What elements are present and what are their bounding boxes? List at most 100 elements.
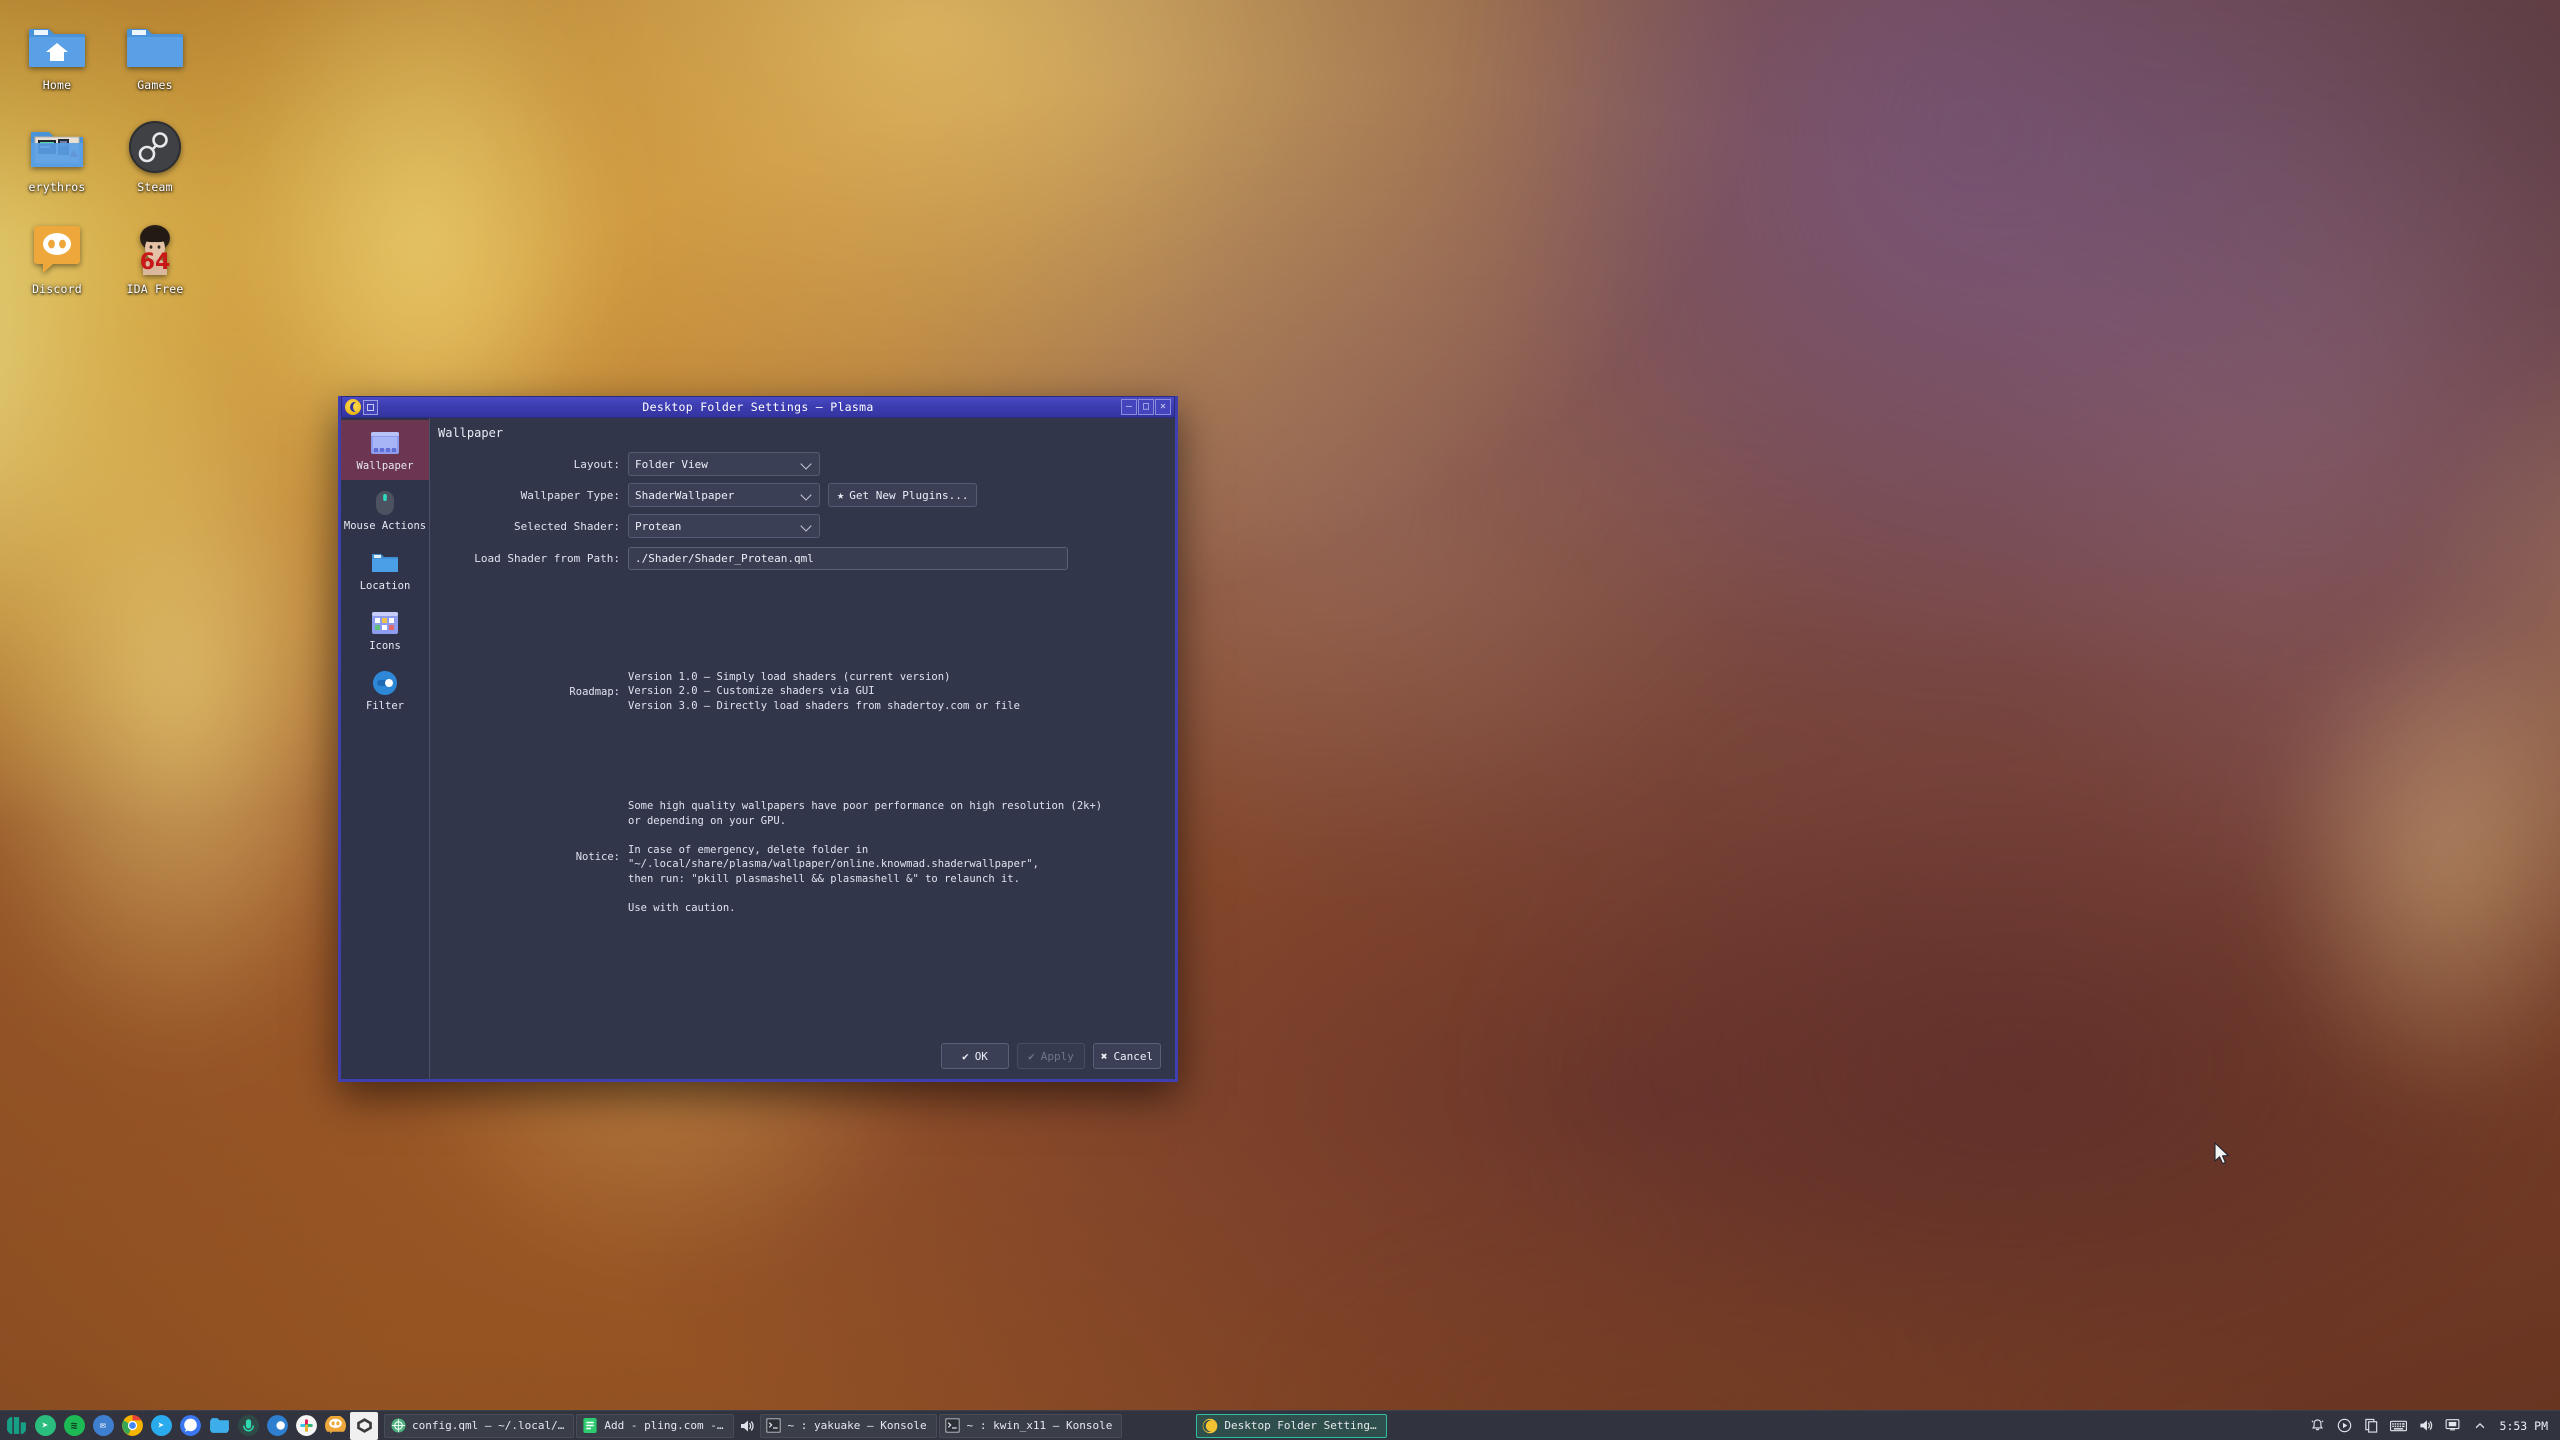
volume-icon[interactable]: [736, 1418, 758, 1434]
launcher-microphone[interactable]: [234, 1412, 262, 1440]
task-yakuake-konsole[interactable]: ~ : yakuake — Konsole: [759, 1413, 937, 1438]
desktop-icon-label: Games: [137, 78, 173, 92]
mouse-icon: [370, 489, 400, 517]
roadmap-block: Roadmap: Version 1.0 — Simply load shade…: [430, 670, 1175, 713]
launcher-dolphin[interactable]: [205, 1412, 233, 1440]
wallpaper-icon: [370, 429, 400, 457]
sidebar-item-wallpaper[interactable]: Wallpaper: [341, 420, 429, 480]
launcher-spotify[interactable]: ≋: [60, 1412, 88, 1440]
sidebar-item-icons[interactable]: Icons: [341, 600, 429, 660]
task-label: Add - pling.com -…: [604, 1419, 724, 1432]
launcher-unity[interactable]: [350, 1411, 378, 1440]
clipboard-icon[interactable]: [2363, 1417, 2381, 1435]
task-label: ~ : kwin_x11 — Konsole: [966, 1419, 1113, 1432]
task-kwin-konsole[interactable]: ~ : kwin_x11 — Konsole: [938, 1413, 1123, 1438]
launcher-telegram-alt[interactable]: ➤: [31, 1412, 59, 1440]
desktop-icon-games[interactable]: Games: [106, 8, 204, 108]
minimize-icon[interactable]: –: [1121, 399, 1137, 415]
desktop-icon-discord[interactable]: Discord: [8, 212, 106, 312]
roadmap-label: Roadmap:: [569, 685, 620, 698]
task-add-pling[interactable]: Add - pling.com -…: [576, 1413, 734, 1438]
taskbar[interactable]: ➤ ≋ ✉ ➤ config.qml — ~/.local/… Add - pl…: [0, 1410, 2560, 1440]
wallpaper-type-select[interactable]: ShaderWallpaper: [628, 483, 820, 507]
keyboard-icon[interactable]: [2390, 1417, 2408, 1435]
launcher-telegram[interactable]: ➤: [147, 1412, 175, 1440]
editor-icon: [582, 1418, 598, 1434]
selected-shader-value: Protean: [635, 519, 682, 533]
plasma-icon[interactable]: [345, 399, 361, 415]
desktop-icon-label: Home: [42, 78, 72, 92]
launcher-chrome[interactable]: [118, 1412, 146, 1440]
task-desktop-folder-settings[interactable]: Desktop Folder Setting…: [1196, 1413, 1387, 1438]
folder-pictures-icon: [28, 118, 86, 176]
sidebar-item-label: Wallpaper: [356, 459, 414, 472]
ok-button[interactable]: ✔ OK: [941, 1043, 1009, 1069]
desktop-icon-label: Discord: [32, 282, 82, 296]
discord-icon: [324, 1416, 346, 1434]
sidebar-item-filter[interactable]: Filter: [341, 660, 429, 720]
wallpaper-type-label: Wallpaper Type:: [520, 488, 620, 502]
desktop-icon-erythros[interactable]: erythros: [8, 110, 106, 210]
desktop-icon-home[interactable]: Home: [8, 8, 106, 108]
taskbar-launchers: ➤ ≋ ✉ ➤: [0, 1411, 378, 1440]
sidebar-item-mouse-actions[interactable]: Mouse Actions: [341, 480, 429, 540]
shader-path-row: Load Shader from Path: ./Shader/Shader_P…: [430, 547, 1175, 570]
desktop[interactable]: Home Games erythros Steam Discord 64 IDA…: [0, 0, 2560, 1440]
display-icon[interactable]: [2444, 1417, 2462, 1435]
check-icon: ✔: [962, 1049, 969, 1063]
media-play-icon[interactable]: [2336, 1417, 2354, 1435]
launcher-slack[interactable]: [292, 1412, 320, 1440]
get-new-plugins-label: Get New Plugins...: [849, 488, 969, 502]
desktop-icon-steam[interactable]: Steam: [106, 110, 204, 210]
discord-icon: [28, 220, 86, 278]
maximize-icon[interactable]: □: [1138, 399, 1154, 415]
sidebar-item-label: Icons: [369, 639, 401, 652]
titlebar-left-controls: [342, 399, 378, 415]
launcher-thunderbird[interactable]: ✉: [89, 1412, 117, 1440]
desktop-icon-ida-free[interactable]: 64 IDA Free: [106, 212, 204, 312]
roadmap-text: Version 1.0 — Simply load shaders (curre…: [628, 671, 1020, 712]
task-label: config.qml — ~/.local/…: [412, 1419, 565, 1432]
launcher-toggle[interactable]: [263, 1412, 291, 1440]
toggle-icon: [266, 1415, 288, 1436]
desktop-icon-grid: Home Games erythros Steam Discord 64 IDA…: [8, 8, 204, 312]
launcher-manjaro[interactable]: [2, 1412, 30, 1440]
filter-toggle-icon: [370, 669, 400, 697]
sidebar-item-location[interactable]: Location: [341, 540, 429, 600]
cancel-button-label: Cancel: [1113, 1049, 1154, 1063]
dialog-body: Wallpaper Mouse Actions Location Icons F…: [341, 418, 1175, 1079]
notice-text: Some high quality wallpapers have poor p…: [628, 800, 1103, 914]
task-config-qml[interactable]: config.qml — ~/.local/…: [384, 1413, 575, 1438]
layout-value: Folder View: [635, 457, 708, 471]
chevron-down-icon: [801, 458, 813, 470]
check-icon: ✔: [1028, 1049, 1035, 1063]
window-menu-icon[interactable]: [363, 399, 378, 415]
ida-free-icon: 64: [126, 220, 184, 278]
get-new-plugins-button[interactable]: ★ Get New Plugins...: [828, 483, 978, 507]
manjaro-icon: [6, 1417, 26, 1434]
volume-icon[interactable]: [2417, 1417, 2435, 1435]
selected-shader-select[interactable]: Protean: [628, 514, 820, 538]
desktop-icon-label: erythros: [28, 180, 86, 194]
chevron-down-icon: [801, 520, 813, 532]
telegram-icon: ➤: [150, 1415, 172, 1436]
desktop-folder-settings-dialog[interactable]: Desktop Folder Settings — Plasma – □ ✕ W…: [338, 396, 1178, 1082]
telegram-alt-icon: ➤: [34, 1415, 56, 1436]
thunderbird-icon: ✉: [92, 1415, 114, 1436]
chevron-up-icon[interactable]: [2471, 1417, 2489, 1435]
launcher-discord[interactable]: [321, 1412, 349, 1440]
star-icon: ★: [837, 488, 845, 502]
notifications-icon[interactable]: [2309, 1417, 2327, 1435]
launcher-signal[interactable]: [176, 1412, 204, 1440]
selected-shader-label: Selected Shader:: [514, 519, 620, 533]
close-icon[interactable]: ✕: [1155, 399, 1171, 415]
layout-select[interactable]: Folder View: [628, 452, 820, 476]
clock[interactable]: 5:53 PM: [2498, 1419, 2548, 1433]
shader-path-input[interactable]: ./Shader/Shader_Protean.qml: [628, 547, 1068, 570]
kate-icon: [390, 1418, 406, 1434]
unity-icon: [356, 1418, 372, 1433]
window-titlebar[interactable]: Desktop Folder Settings — Plasma – □ ✕: [341, 396, 1175, 418]
notice-block: Notice: Some high quality wallpapers hav…: [430, 799, 1175, 915]
cancel-button[interactable]: ✖ Cancel: [1093, 1043, 1161, 1069]
chrome-icon: [121, 1415, 143, 1436]
